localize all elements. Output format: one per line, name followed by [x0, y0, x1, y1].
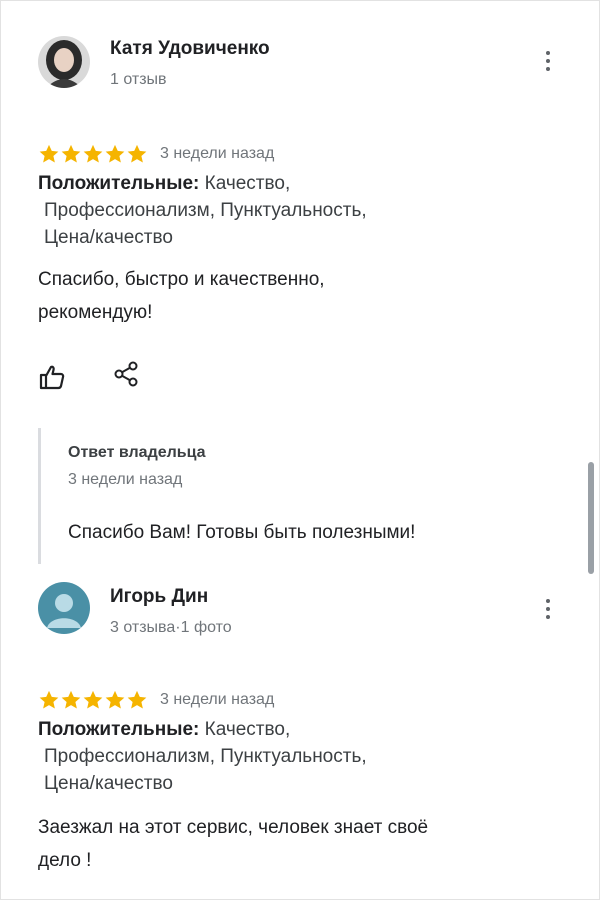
- review-card: Игорь Дин 3 отзыва·1 фото 3 недели назад…: [0, 570, 600, 900]
- review-text-line: Спасибо, быстро и качественно,: [38, 269, 325, 290]
- more-vert-icon: [546, 51, 550, 55]
- review-attributes: Положительные: Качество, Профессионализм…: [38, 716, 458, 797]
- star-icon: [39, 690, 59, 709]
- star-icon: [83, 144, 103, 163]
- attributes-line: Качество,: [204, 719, 291, 740]
- attributes-label: Положительные:: [38, 719, 200, 740]
- star-icon: [105, 690, 125, 709]
- star-icon: [127, 144, 147, 163]
- review-card: Катя Удовиченко 1 отзыв 3 недели назад П…: [0, 0, 600, 570]
- owner-reply-title: Ответ владельца: [68, 444, 206, 461]
- rating-row: 3 недели назад: [38, 142, 274, 166]
- reviewer-meta: 1 отзыв: [110, 71, 167, 88]
- attributes-line: Качество,: [204, 173, 291, 194]
- attributes-line: Профессионализм, Пунктуальность,: [44, 200, 367, 221]
- more-vert-icon: [546, 599, 550, 603]
- star-rating: [38, 143, 148, 165]
- reviewer-meta: 3 отзыва·1 фото: [110, 619, 232, 636]
- review-attributes: Положительные: Качество, Профессионализм…: [38, 170, 458, 251]
- review-date: 3 недели назад: [160, 145, 275, 162]
- attributes-line: Цена/качество: [44, 773, 173, 794]
- review-text-line: дело !: [38, 850, 92, 871]
- review-text: Спасибо, быстро и качественно, рекоменду…: [38, 263, 518, 329]
- avatar[interactable]: [38, 582, 90, 634]
- share-icon: [114, 361, 138, 387]
- more-options-button[interactable]: [536, 594, 560, 624]
- review-text-line: Заезжал на этот сервис, человек знает св…: [38, 817, 429, 838]
- user-photo: [38, 36, 90, 88]
- more-options-button[interactable]: [536, 46, 560, 76]
- review-text: Заезжал на этот сервис, человек знает св…: [38, 811, 518, 877]
- share-button[interactable]: [110, 359, 142, 391]
- reviewer-name[interactable]: Игорь Дин: [110, 586, 208, 608]
- attributes-line: Профессионализм, Пунктуальность,: [44, 746, 367, 767]
- star-icon: [105, 144, 125, 163]
- owner-reply-text: Спасибо Вам! Готовы быть полезными!: [68, 522, 416, 543]
- star-icon: [127, 690, 147, 709]
- owner-reply-date: 3 недели назад: [68, 471, 183, 488]
- attributes-label: Положительные:: [38, 173, 200, 194]
- star-icon: [61, 690, 81, 709]
- thumbs-up-icon: [39, 365, 65, 390]
- like-button[interactable]: [36, 361, 68, 393]
- star-rating: [38, 689, 148, 711]
- star-icon: [39, 144, 59, 163]
- scrollbar[interactable]: [588, 462, 594, 574]
- review-date: 3 недели назад: [160, 691, 275, 708]
- default-avatar-icon: [47, 594, 81, 628]
- rating-row: 3 недели назад: [38, 688, 274, 712]
- owner-reply: Ответ владельца 3 недели назад Спасибо В…: [38, 428, 521, 564]
- reviewer-name[interactable]: Катя Удовиченко: [110, 38, 270, 60]
- star-icon: [61, 144, 81, 163]
- review-text-line: рекомендую!: [38, 302, 153, 323]
- avatar[interactable]: [38, 36, 90, 88]
- attributes-line: Цена/качество: [44, 227, 173, 248]
- star-icon: [83, 690, 103, 709]
